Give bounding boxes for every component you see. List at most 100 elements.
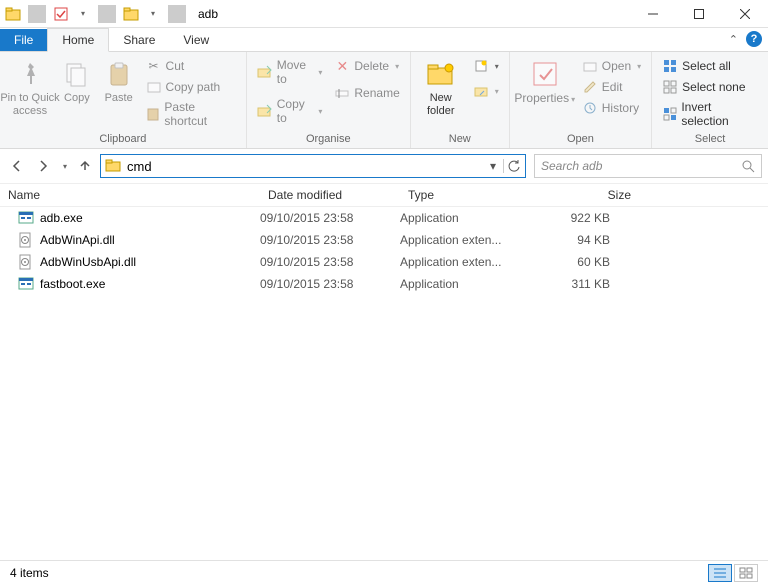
thumbnails-view-button[interactable] xyxy=(734,564,758,582)
group-label: Clipboard xyxy=(6,131,240,148)
group-label: New xyxy=(417,131,503,148)
up-button[interactable] xyxy=(74,154,96,178)
file-row[interactable]: fastboot.exe 09/10/2015 23:58Application3… xyxy=(0,273,768,295)
header-type[interactable]: Type xyxy=(400,184,540,206)
select-all-button[interactable]: Select all xyxy=(658,56,762,76)
file-date: 09/10/2015 23:58 xyxy=(260,233,400,247)
address-dropdown-icon[interactable]: ▾ xyxy=(483,159,503,173)
address-input[interactable] xyxy=(125,159,483,174)
paste-button[interactable]: Paste xyxy=(100,56,138,107)
file-size: 311 KB xyxy=(540,277,640,291)
file-type: Application exten... xyxy=(400,233,540,247)
easy-access-icon xyxy=(473,83,489,99)
copy-path-button[interactable]: Copy path xyxy=(142,77,240,97)
back-button[interactable] xyxy=(6,154,28,178)
recent-dropdown-icon[interactable]: ▾ xyxy=(58,154,70,178)
search-icon[interactable] xyxy=(741,159,755,173)
file-type: Application exten... xyxy=(400,255,540,269)
open-button[interactable]: Open▾ xyxy=(578,56,645,76)
exe-icon xyxy=(18,276,34,292)
refresh-icon[interactable] xyxy=(503,159,523,173)
header-size[interactable]: Size xyxy=(540,184,640,206)
invert-selection-button[interactable]: Invert selection xyxy=(658,98,762,130)
separator xyxy=(28,5,46,23)
search-box[interactable] xyxy=(534,154,762,178)
move-to-button[interactable]: Move to▾ xyxy=(253,56,327,88)
new-item-button[interactable]: ▾ xyxy=(469,56,503,76)
pin-to-quick-access-button[interactable]: Pin to Quick access xyxy=(6,56,54,120)
rename-icon xyxy=(334,85,350,101)
folder-icon xyxy=(105,157,123,175)
file-name: adb.exe xyxy=(40,211,83,225)
easy-access-button[interactable]: ▾ xyxy=(469,77,503,101)
delete-button[interactable]: ✕Delete▾ xyxy=(330,56,403,76)
group-clipboard: Pin to Quick access Copy Paste ✂Cut Copy… xyxy=(0,52,247,148)
tab-home[interactable]: Home xyxy=(47,28,109,52)
history-button[interactable]: History xyxy=(578,98,645,118)
file-type: Application xyxy=(400,277,540,291)
collapse-ribbon-icon[interactable]: ⌃ xyxy=(729,33,738,46)
separator xyxy=(168,5,186,23)
select-all-icon xyxy=(662,58,678,74)
help-icon[interactable]: ? xyxy=(746,31,762,47)
file-date: 09/10/2015 23:58 xyxy=(260,277,400,291)
title-bar: ▾ ▾ adb xyxy=(0,0,768,28)
window-title: adb xyxy=(194,7,630,21)
properties-icon xyxy=(529,58,561,90)
file-type: Application xyxy=(400,211,540,225)
exe-icon xyxy=(18,210,34,226)
paste-shortcut-button[interactable]: Paste shortcut xyxy=(142,98,240,130)
select-none-button[interactable]: Select none xyxy=(658,77,762,97)
copy-to-button[interactable]: Copy to▾ xyxy=(253,89,327,127)
file-size: 94 KB xyxy=(540,233,640,247)
file-row[interactable]: AdbWinUsbApi.dll09/10/2015 23:58Applicat… xyxy=(0,251,768,273)
new-item-icon xyxy=(473,58,489,74)
group-organise: Move to▾ Copy to▾ ✕Delete▾ Rename Organi… xyxy=(247,52,411,148)
file-name: AdbWinApi.dll xyxy=(40,233,115,247)
tab-file[interactable]: File xyxy=(0,29,47,51)
qat-dropdown-icon[interactable]: ▾ xyxy=(144,5,162,23)
forward-button[interactable] xyxy=(32,154,54,178)
move-to-icon xyxy=(257,64,273,80)
edit-button[interactable]: Edit xyxy=(578,77,645,97)
cut-button[interactable]: ✂Cut xyxy=(142,56,240,76)
copy-button[interactable]: Copy xyxy=(58,56,96,107)
paste-icon xyxy=(103,58,135,90)
maximize-button[interactable] xyxy=(676,0,722,28)
separator xyxy=(98,5,116,23)
properties-button[interactable]: Properties▾ xyxy=(516,56,574,108)
group-label: Organise xyxy=(253,131,404,148)
new-folder-button[interactable]: New folder xyxy=(417,56,465,120)
file-row[interactable]: AdbWinApi.dll 09/10/2015 23:58Application… xyxy=(0,229,768,251)
qat-properties-icon[interactable] xyxy=(52,5,70,23)
close-button[interactable] xyxy=(722,0,768,28)
invert-selection-icon xyxy=(662,106,677,122)
ribbon: Pin to Quick access Copy Paste ✂Cut Copy… xyxy=(0,52,768,149)
tab-share[interactable]: Share xyxy=(109,29,169,51)
rename-button[interactable]: Rename xyxy=(330,77,403,103)
folder-icon xyxy=(4,5,22,23)
copy-to-icon xyxy=(257,103,273,119)
file-size: 60 KB xyxy=(540,255,640,269)
minimize-button[interactable] xyxy=(630,0,676,28)
dll-icon xyxy=(18,232,34,248)
header-date[interactable]: Date modified xyxy=(260,184,400,206)
details-view-button[interactable] xyxy=(708,564,732,582)
copy-path-icon xyxy=(146,79,162,95)
open-icon xyxy=(582,58,598,74)
file-name: fastboot.exe xyxy=(40,277,105,291)
header-name[interactable]: Name xyxy=(0,184,260,206)
tab-view[interactable]: View xyxy=(169,29,223,51)
dll-icon xyxy=(18,254,34,270)
ribbon-tabs: File Home Share View ⌃ ? xyxy=(0,28,768,52)
group-open: Properties▾ Open▾ Edit History Open xyxy=(510,52,652,148)
search-input[interactable] xyxy=(541,159,741,173)
qat-dropdown-icon[interactable]: ▾ xyxy=(74,5,92,23)
file-list: adb.exe09/10/2015 23:58Application922 KB… xyxy=(0,207,768,295)
pin-icon xyxy=(14,58,46,90)
quick-access-toolbar: ▾ ▾ xyxy=(0,5,194,23)
file-row[interactable]: adb.exe09/10/2015 23:58Application922 KB xyxy=(0,207,768,229)
select-none-icon xyxy=(662,79,678,95)
navigation-bar: ▾ ▾ xyxy=(0,149,768,183)
address-bar[interactable]: ▾ xyxy=(100,154,526,178)
